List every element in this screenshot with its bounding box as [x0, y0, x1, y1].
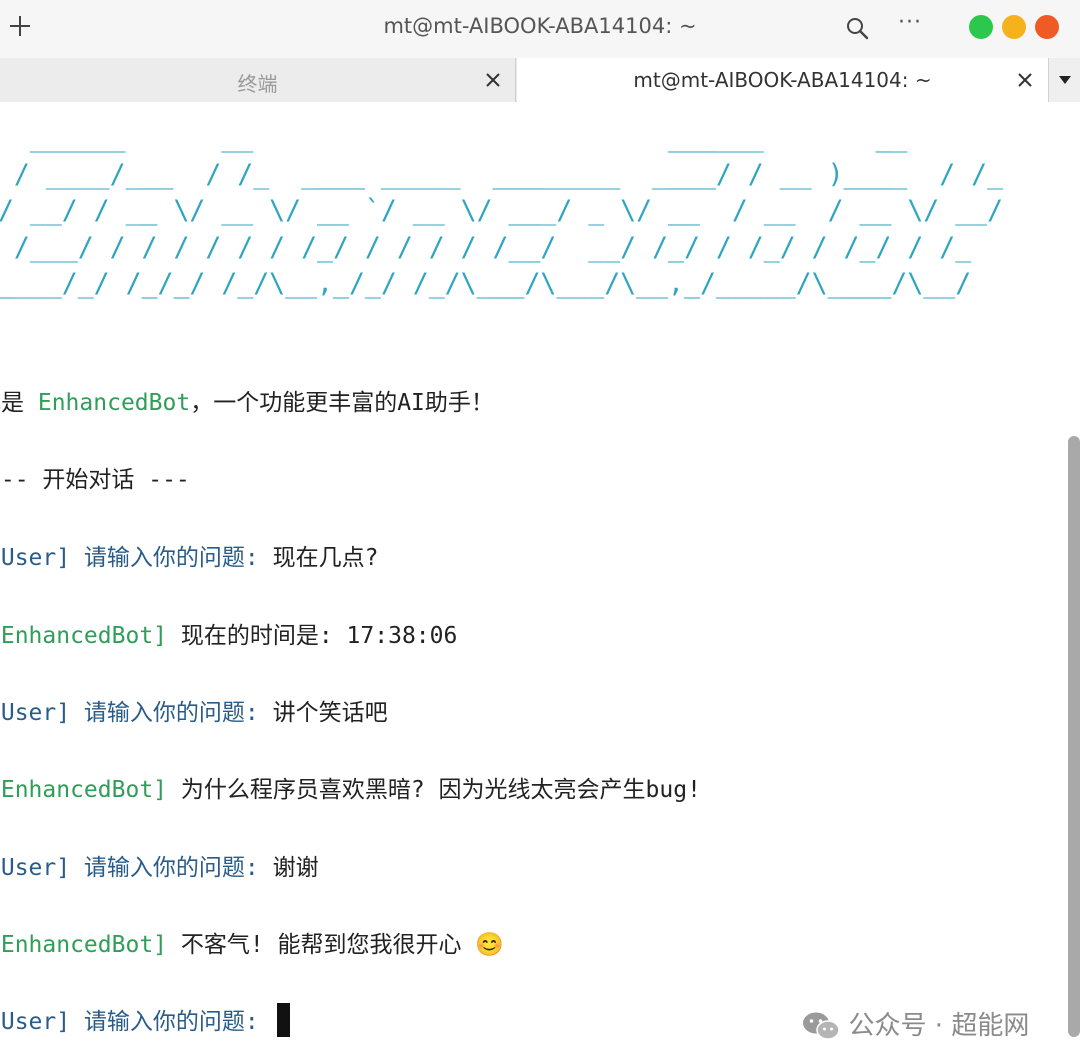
- title-bar: mt@mt-AIBOOK-ABA14104: ~ ···: [0, 0, 1080, 58]
- bot-line: [EnhancedBot] 现在的时间是: 17:38:06: [0, 616, 457, 650]
- text-cursor: [276, 1003, 290, 1037]
- intro-bot-name: EnhancedBot: [37, 390, 191, 416]
- watermark: 公众号 · 超能网: [784, 975, 1029, 1041]
- tab-dropdown[interactable]: [1048, 58, 1080, 102]
- tab-active-session[interactable]: mt@mt-AIBOOK-ABA14104: ~: [517, 58, 1048, 102]
- menu-dots-icon[interactable]: ···: [898, 10, 930, 38]
- bot-tag: [EnhancedBot]: [0, 623, 168, 649]
- close-icon[interactable]: [482, 69, 504, 91]
- user-prompt: [User] 请输入你的问题:: [0, 1009, 273, 1035]
- tab-bar: 终端 mt@mt-AIBOOK-ABA14104: ~: [0, 58, 1080, 102]
- close-icon[interactable]: [1014, 69, 1036, 91]
- tab-terminal[interactable]: 终端: [0, 58, 516, 102]
- divider-line: --- 开始对话 ---: [0, 467, 190, 493]
- chevron-down-icon: [1059, 76, 1071, 84]
- user-prompt: [User] 请输入你的问题:: [0, 545, 273, 571]
- yellow-window-button[interactable]: [1002, 15, 1026, 39]
- user-line: [User] 请输入你的问题: 谢谢: [0, 848, 319, 882]
- bot-line: [EnhancedBot] 为什么程序员喜欢黑暗? 因为光线太亮会产生bug!: [0, 770, 701, 804]
- user-message: 现在几点?: [272, 545, 379, 571]
- tab-label: 终端: [237, 72, 278, 96]
- terminal-output[interactable]: ______ __ ______ __ / ____/___ / /_ ____…: [0, 102, 1066, 1037]
- scrollbar[interactable]: [1068, 436, 1080, 1037]
- wechat-icon: [802, 1012, 840, 1040]
- user-prompt: [User] 请输入你的问题:: [0, 700, 273, 726]
- intro-prefix: 我是: [0, 390, 24, 416]
- red-window-button[interactable]: [1035, 15, 1059, 39]
- intro-suffix: ，一个功能更丰富的AI助手！: [190, 390, 494, 416]
- bot-message: 现在的时间是: 17:38:06: [167, 623, 458, 649]
- user-line: [User] 请输入你的问题: 讲个笑话吧: [0, 693, 388, 727]
- search-icon[interactable]: [843, 14, 871, 42]
- bot-tag: [EnhancedBot]: [0, 777, 168, 803]
- user-prompt: [User] 请输入你的问题:: [0, 855, 273, 881]
- tab-label: mt@mt-AIBOOK-ABA14104: ~: [633, 68, 932, 92]
- bot-tag: [EnhancedBot]: [0, 932, 168, 958]
- user-line: [User] 请输入你的问题: 现在几点?: [0, 538, 378, 572]
- current-prompt-line[interactable]: [User] 请输入你的问题:: [0, 1002, 290, 1037]
- user-message: 谢谢: [272, 855, 319, 881]
- user-message: 讲个笑话吧: [272, 700, 388, 726]
- bot-message: 不客气! 能帮到您我很开心 😊: [167, 932, 505, 958]
- green-window-button[interactable]: [969, 15, 993, 39]
- intro-line: 我是 EnhancedBot，一个功能更丰富的AI助手！: [0, 383, 494, 417]
- bot-line: [EnhancedBot] 不客气! 能帮到您我很开心 😊: [0, 925, 504, 959]
- ascii-banner: ______ __ ______ __ / ____/___ / /_ ____…: [0, 122, 1004, 299]
- bot-message: 为什么程序员喜欢黑暗? 因为光线太亮会产生bug!: [167, 777, 701, 803]
